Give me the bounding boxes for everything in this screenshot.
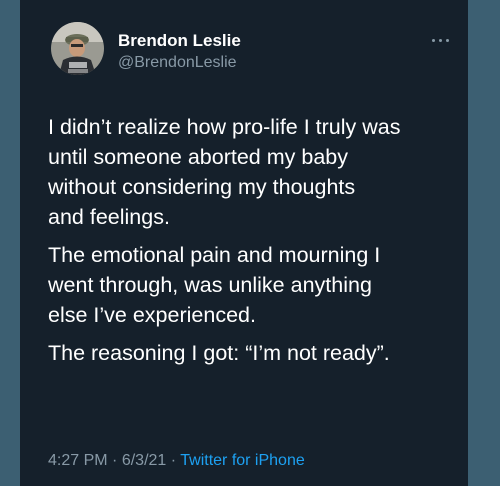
tweet-source-link[interactable]: Twitter for iPhone: [180, 452, 305, 469]
tweet-metadata: 4:27 PM · 6/3/21 · Twitter for iPhone: [48, 452, 305, 470]
tweet-text: I didn’t realize how pro-life I truly wa…: [48, 112, 458, 368]
avatar[interactable]: [51, 22, 104, 75]
more-dot: [439, 39, 442, 42]
meta-separator: ·: [170, 452, 177, 469]
tweet-paragraph: The reasoning I got: “I’m not ready”.: [48, 341, 390, 365]
author-name[interactable]: Brendon Leslie: [118, 31, 241, 51]
more-dot: [432, 39, 435, 42]
author-handle[interactable]: @BrendonLeslie: [118, 54, 237, 72]
profile-photo-icon: [51, 22, 104, 75]
tweet-card: Brendon Leslie @BrendonLeslie I didn’t r…: [20, 0, 468, 486]
tweet-paragraph: The emotional pain and mourning I went t…: [48, 243, 381, 327]
more-dot: [446, 39, 449, 42]
meta-separator: ·: [112, 452, 118, 469]
tweet-paragraph: I didn’t realize how pro-life I truly wa…: [48, 115, 401, 229]
tweet-date[interactable]: 6/3/21: [122, 452, 166, 469]
more-options-icon[interactable]: [428, 34, 454, 48]
tweet-time[interactable]: 4:27 PM: [48, 452, 108, 469]
